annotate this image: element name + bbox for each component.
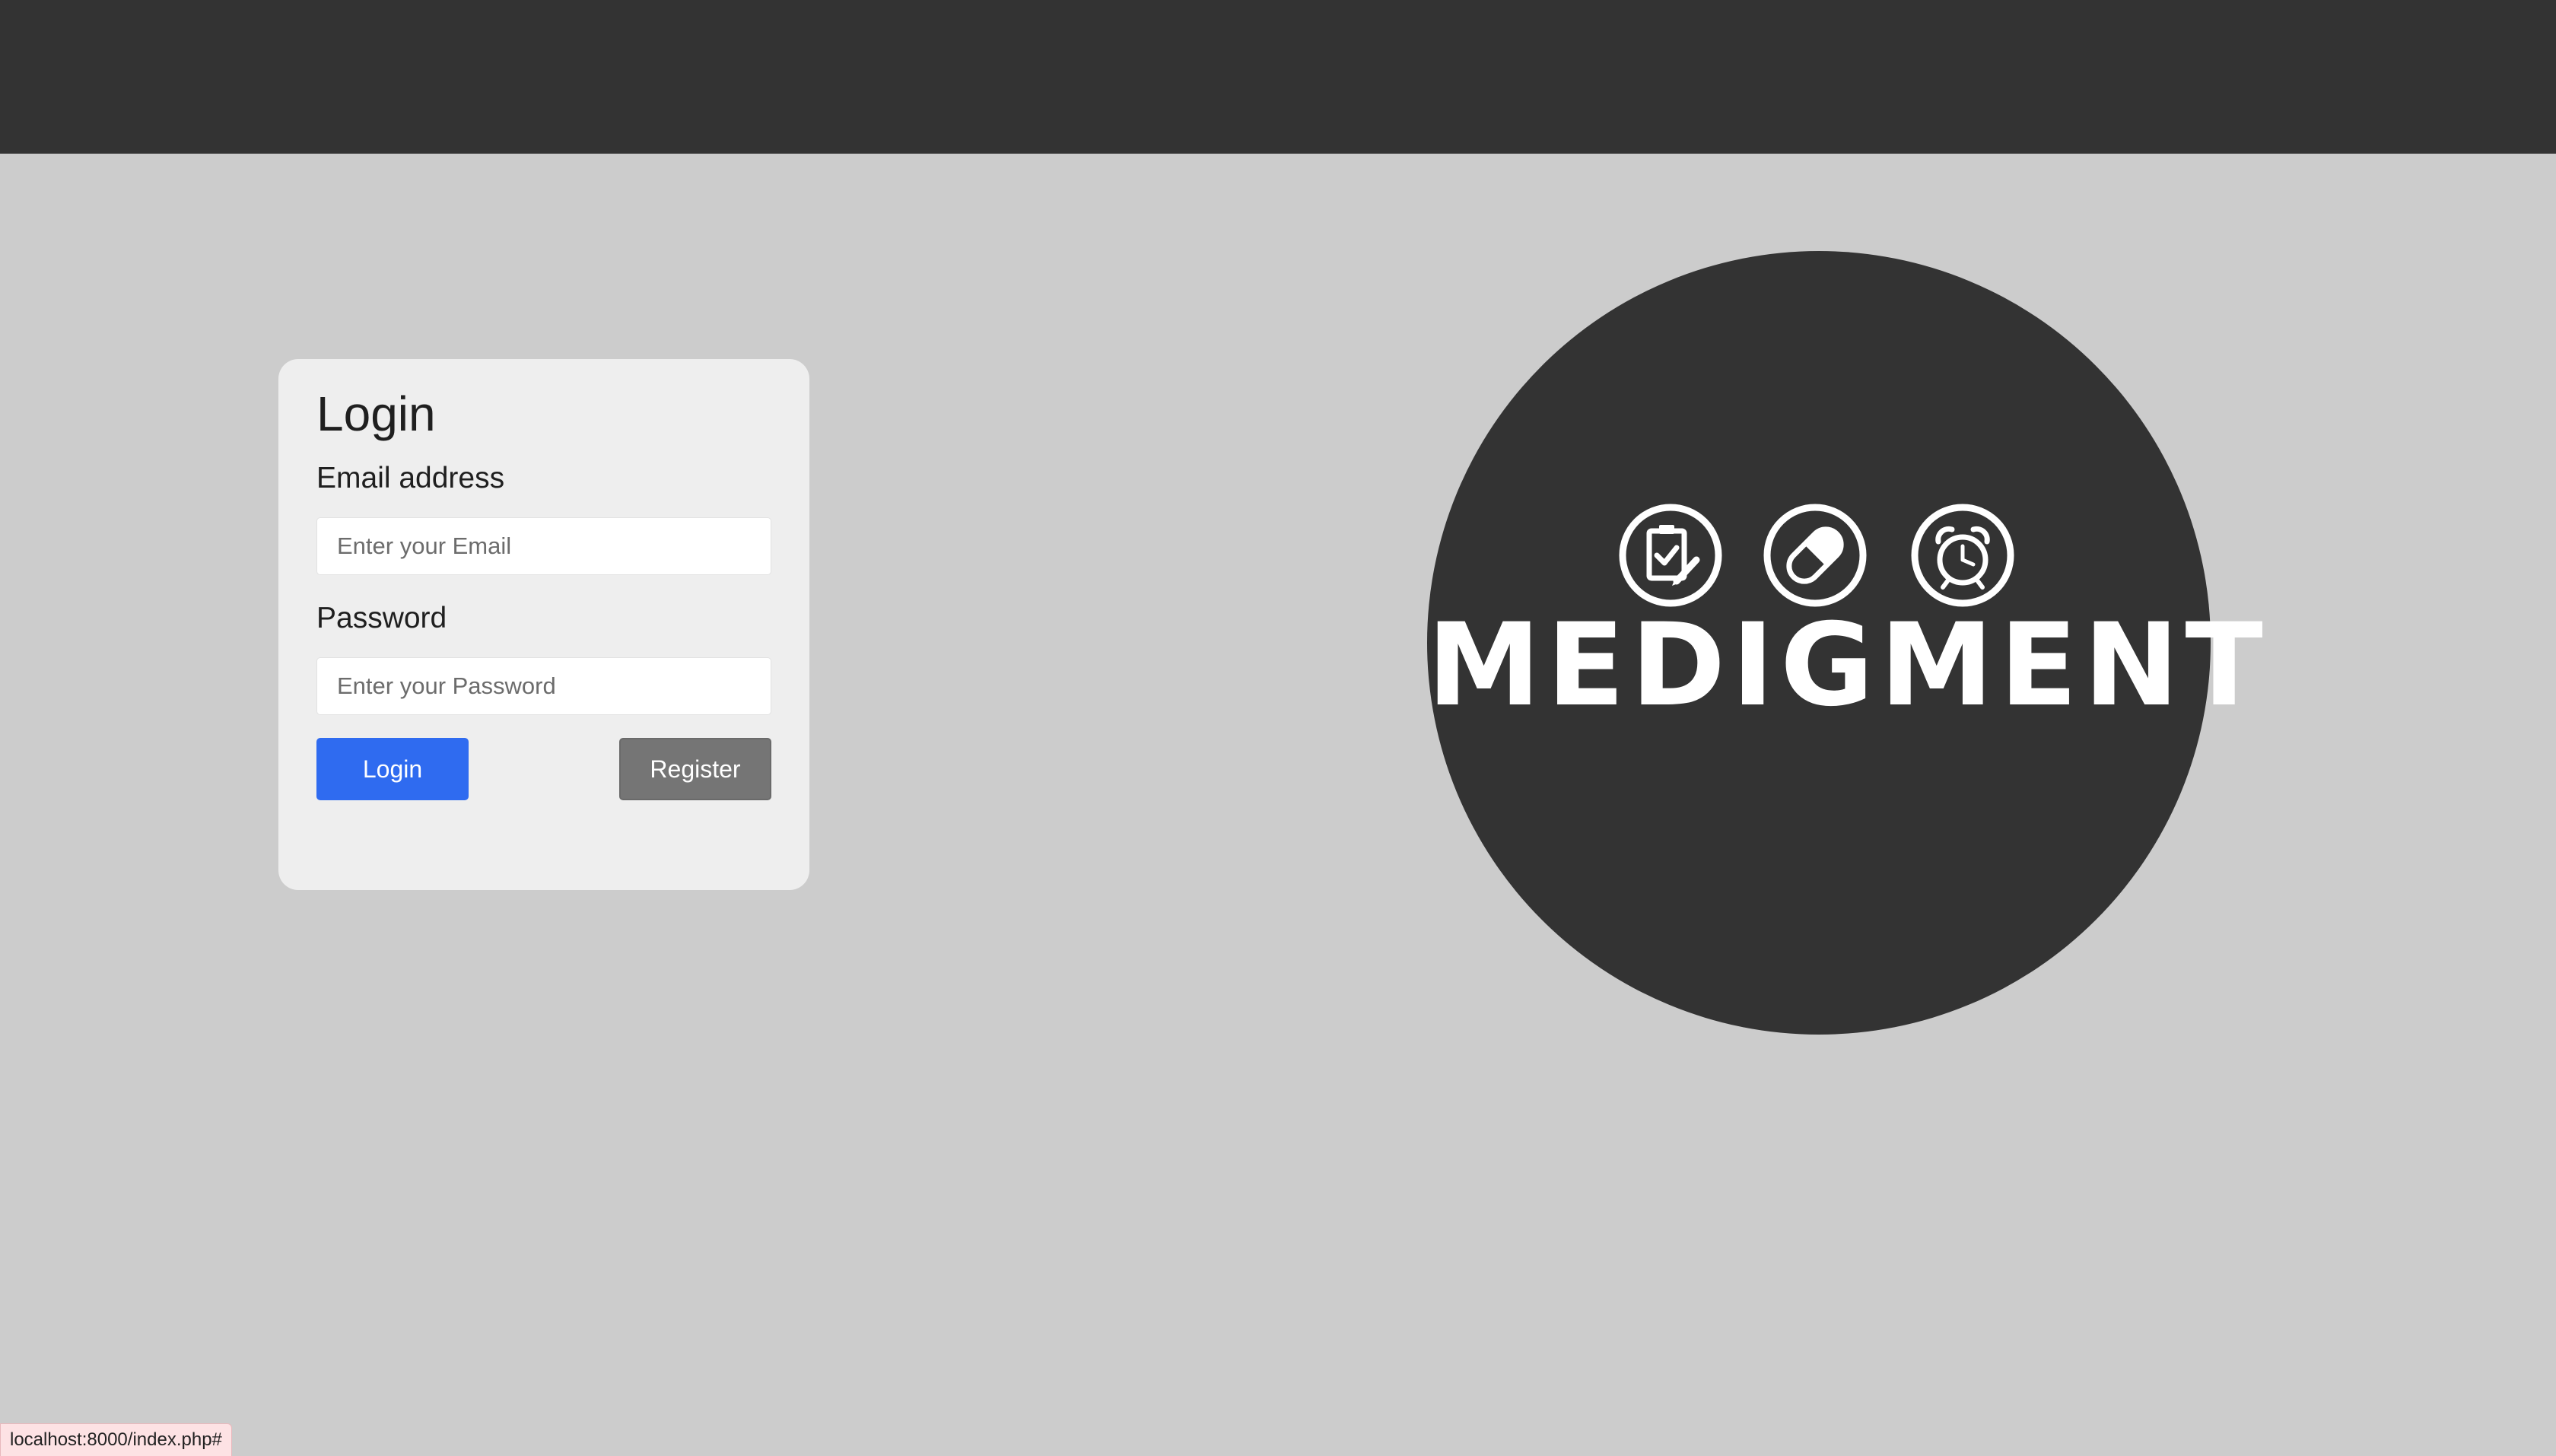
password-input[interactable] — [316, 657, 771, 715]
email-input[interactable] — [316, 517, 771, 575]
password-label: Password — [316, 602, 447, 634]
login-button[interactable]: Login — [316, 738, 469, 800]
browser-status-bar: localhost:8000/index.php# — [0, 1423, 232, 1456]
top-navbar — [0, 0, 2556, 154]
clipboard-check-icon — [1619, 504, 1722, 607]
page: Login Email address Password Login Regis… — [0, 0, 2556, 1456]
pill-icon — [1763, 504, 1867, 607]
login-card: Login Email address Password Login Regis… — [278, 359, 809, 890]
email-label: Email address — [316, 462, 505, 494]
medigment-logo: MEDIGMENT — [1427, 251, 2269, 1035]
logo-icons — [1427, 502, 2211, 609]
alarm-clock-icon — [1911, 504, 2014, 607]
login-title: Login — [316, 386, 436, 441]
logo-wordmark: MEDIGMENT — [1427, 599, 2269, 732]
register-button[interactable]: Register — [619, 738, 771, 800]
